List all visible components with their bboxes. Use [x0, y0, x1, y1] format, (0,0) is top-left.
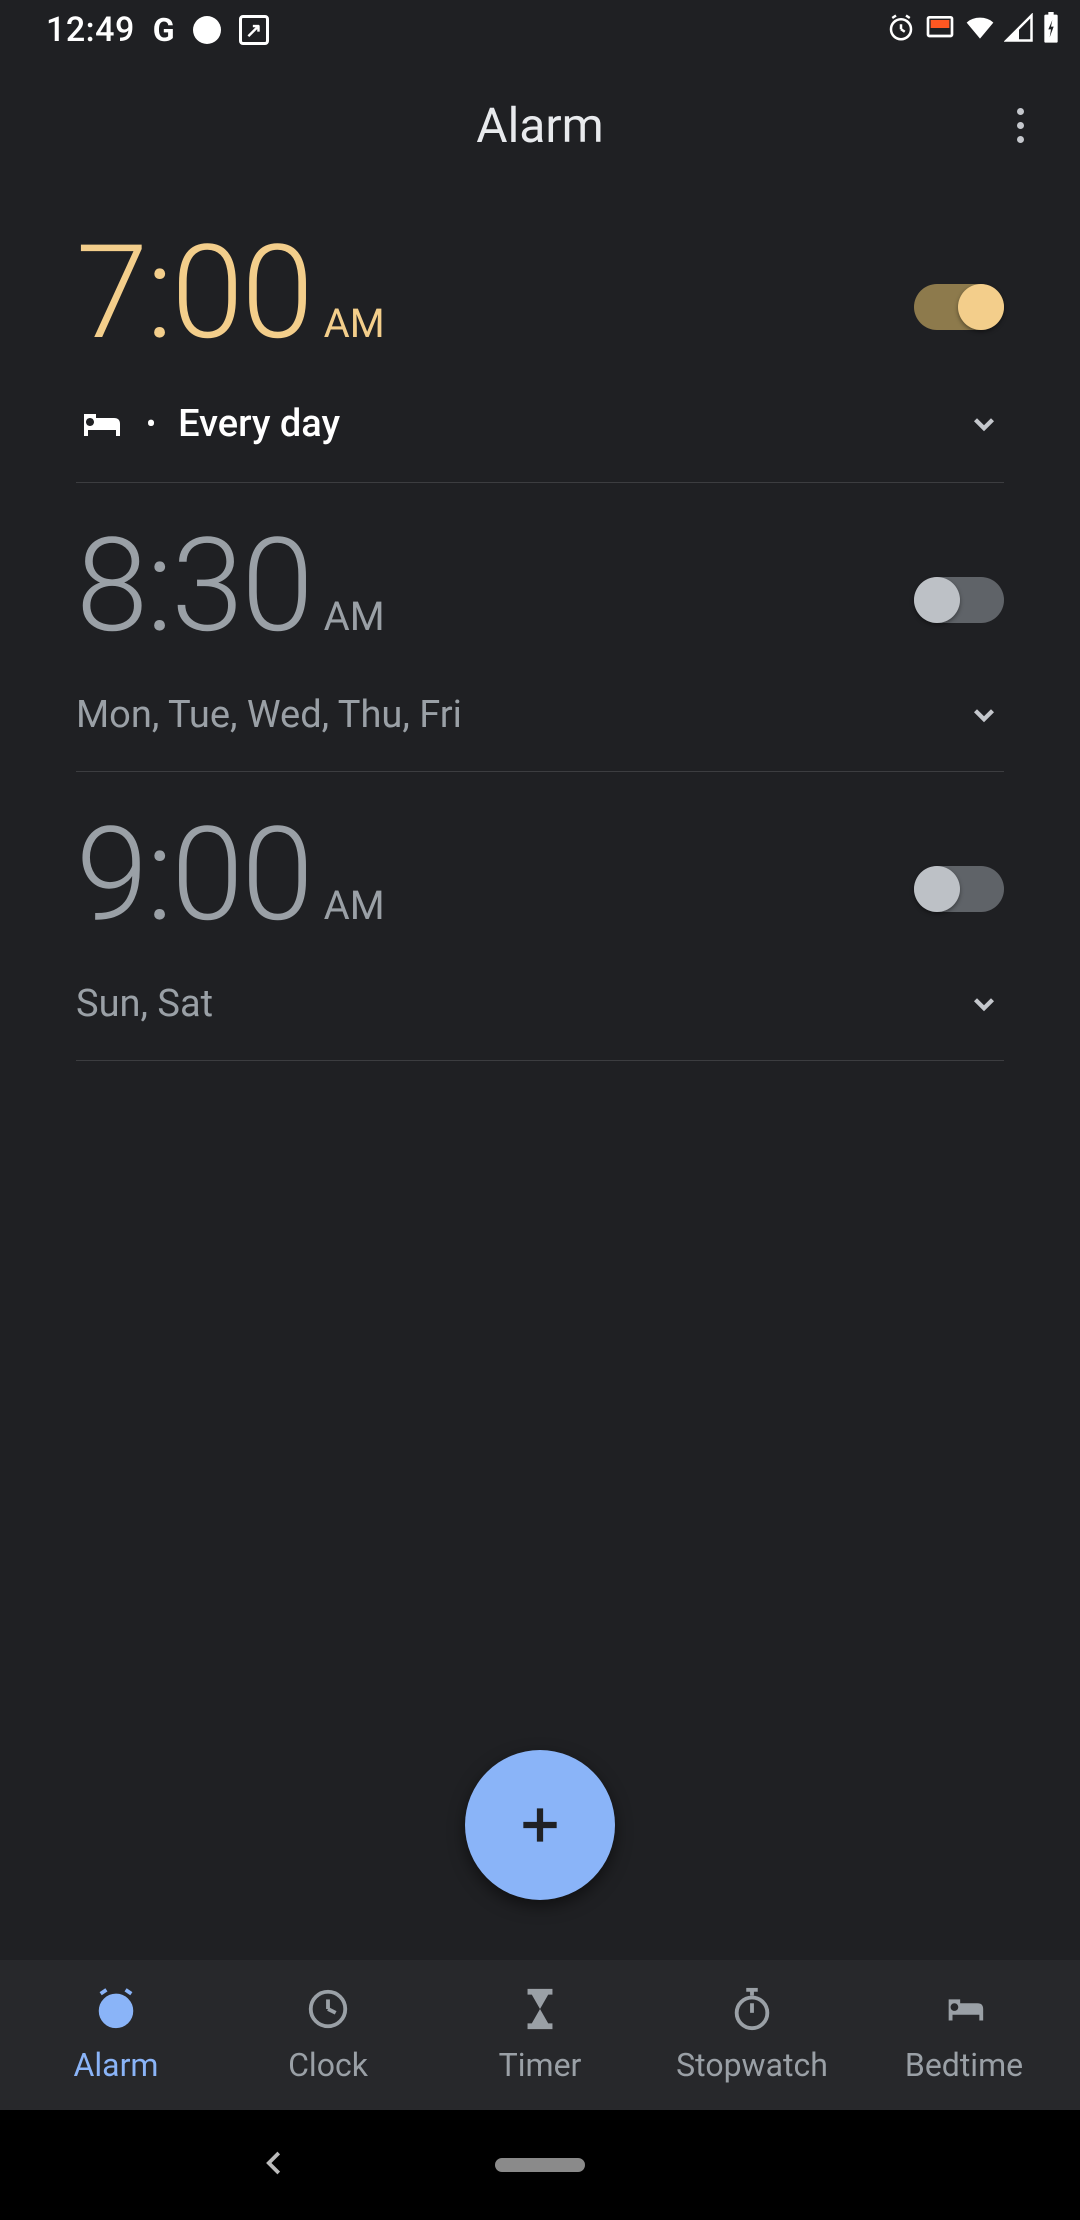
alarm-time-button[interactable]: 7:00 AM — [76, 228, 385, 358]
clock-icon — [305, 1986, 351, 2036]
home-pill[interactable] — [495, 2158, 585, 2172]
alarm-status-icon — [886, 13, 916, 47]
add-alarm-button[interactable] — [465, 1750, 615, 1900]
wifi-icon — [964, 12, 996, 48]
nav-alarm[interactable]: Alarm — [10, 1986, 222, 2084]
back-button[interactable] — [260, 2148, 290, 2182]
status-time: 12:49 — [46, 10, 135, 50]
alarm-toggle[interactable] — [914, 866, 1004, 912]
alarm-schedule-text: Sun, Sat — [76, 982, 213, 1026]
cast-icon — [924, 12, 956, 48]
bottom-nav: Alarm Clock Timer Stopwatch Bedtime — [0, 1960, 1080, 2110]
plus-icon — [515, 1800, 565, 1850]
more-options-button[interactable] — [990, 95, 1050, 155]
nav-label: Clock — [288, 2046, 368, 2084]
alarm-toggle[interactable] — [914, 284, 1004, 330]
expand-button[interactable] — [964, 404, 1004, 444]
nav-clock[interactable]: Clock — [222, 1986, 434, 2084]
nav-bedtime[interactable]: Bedtime — [858, 1986, 1070, 2084]
alarm-toggle[interactable] — [914, 577, 1004, 623]
chevron-left-icon — [260, 2148, 290, 2178]
alarm-item: 8:30 AM Mon, Tue, Wed, Thu, Fri — [76, 483, 1004, 772]
alarm-time: 8:30 — [76, 521, 312, 651]
bed-icon — [941, 1986, 987, 2036]
stopwatch-icon — [729, 1986, 775, 2036]
nav-timer[interactable]: Timer — [434, 1986, 646, 2084]
nav-stopwatch[interactable]: Stopwatch — [646, 1986, 858, 2084]
nav-label: Timer — [499, 2046, 582, 2084]
alarm-list: 7:00 AM • Every day — [0, 190, 1080, 1061]
screenshot-icon — [239, 15, 269, 45]
alarm-schedule-text: Every day — [178, 402, 340, 446]
expand-button[interactable] — [964, 984, 1004, 1024]
alarm-schedule: • Every day — [76, 400, 340, 448]
google-icon: G — [153, 11, 175, 49]
alarm-schedule-text: Mon, Tue, Wed, Thu, Fri — [76, 693, 462, 737]
status-left: 12:49 G — [46, 10, 269, 50]
alarm-ampm: AM — [324, 593, 385, 640]
signal-icon — [1004, 13, 1034, 47]
alarm-item: 7:00 AM • Every day — [76, 190, 1004, 483]
system-nav-bar — [0, 2110, 1080, 2220]
nav-label: Bedtime — [905, 2046, 1023, 2084]
chevron-down-icon — [967, 698, 1001, 732]
page-title: Alarm — [476, 97, 603, 154]
alarm-time: 9:00 — [76, 810, 312, 940]
alarm-schedule: Sun, Sat — [76, 982, 213, 1026]
record-dot-icon — [193, 16, 221, 44]
separator-dot: • — [146, 407, 156, 442]
alarm-ampm: AM — [324, 300, 385, 347]
expand-button[interactable] — [964, 695, 1004, 735]
status-right — [886, 12, 1060, 48]
alarm-time-button[interactable]: 8:30 AM — [76, 521, 385, 651]
app-bar: Alarm — [0, 60, 1080, 190]
more-vert-icon — [1017, 108, 1024, 115]
nav-label: Stopwatch — [676, 2046, 828, 2084]
battery-charging-icon — [1042, 12, 1060, 48]
bed-icon — [76, 400, 124, 448]
nav-label: Alarm — [74, 2046, 159, 2084]
status-bar: 12:49 G — [0, 0, 1080, 60]
alarm-schedule: Mon, Tue, Wed, Thu, Fri — [76, 693, 462, 737]
chevron-down-icon — [967, 407, 1001, 441]
alarm-clock-icon — [93, 1986, 139, 2036]
alarm-ampm: AM — [324, 882, 385, 929]
chevron-down-icon — [967, 987, 1001, 1021]
alarm-time-button[interactable]: 9:00 AM — [76, 810, 385, 940]
alarm-item: 9:00 AM Sun, Sat — [76, 772, 1004, 1061]
hourglass-icon — [517, 1986, 563, 2036]
alarm-time: 7:00 — [76, 228, 312, 358]
